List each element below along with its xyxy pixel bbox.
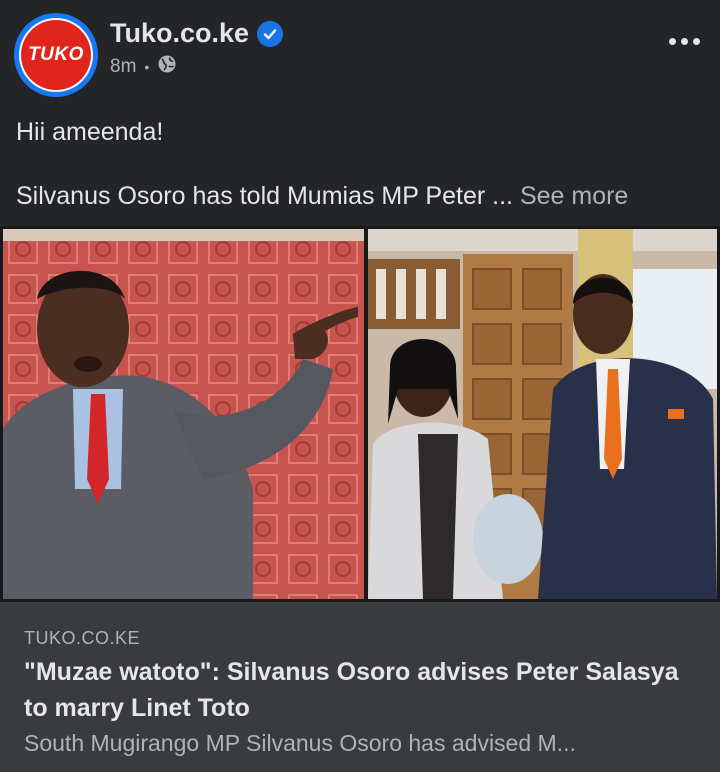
link-headline[interactable]: "Muzae watoto": Silvanus Osoro advises P…: [24, 654, 696, 726]
link-description: South Mugirango MP Silvanus Osoro has ad…: [24, 730, 576, 756]
photo-osoro[interactable]: [3, 229, 364, 599]
page-name[interactable]: Tuko.co.ke: [110, 18, 249, 49]
link-preview-card[interactable]: TUKO.CO.KE "Muzae watoto": Silvanus Osor…: [0, 602, 720, 772]
see-more-link[interactable]: See more: [520, 182, 628, 210]
post-header: TUKO Tuko.co.ke 8m •: [0, 0, 720, 110]
post-photos[interactable]: [0, 226, 720, 602]
page-name-row: Tuko.co.ke: [110, 18, 284, 49]
more-dot-icon: [668, 37, 676, 45]
post-text-line2: Silvanus Osoro has told Mumias MP Peter …: [16, 180, 706, 212]
verified-badge-icon: [257, 20, 284, 47]
post-text-snippet: Silvanus Osoro has told Mumias MP Peter: [16, 182, 486, 210]
link-domain: TUKO.CO.KE: [24, 628, 141, 648]
photo-salasya-toto[interactable]: [368, 229, 717, 599]
post-meta: 8m •: [110, 54, 177, 80]
tuko-logo: TUKO: [21, 20, 91, 90]
post-text-line1: Hii ameenda!: [16, 118, 164, 146]
post-time[interactable]: 8m: [110, 56, 136, 78]
page-avatar[interactable]: TUKO: [14, 13, 98, 97]
separator-dot: •: [144, 59, 150, 75]
more-options-button[interactable]: [662, 26, 706, 56]
globe-icon: [157, 54, 177, 80]
text-ellipsis: ...: [492, 182, 513, 210]
